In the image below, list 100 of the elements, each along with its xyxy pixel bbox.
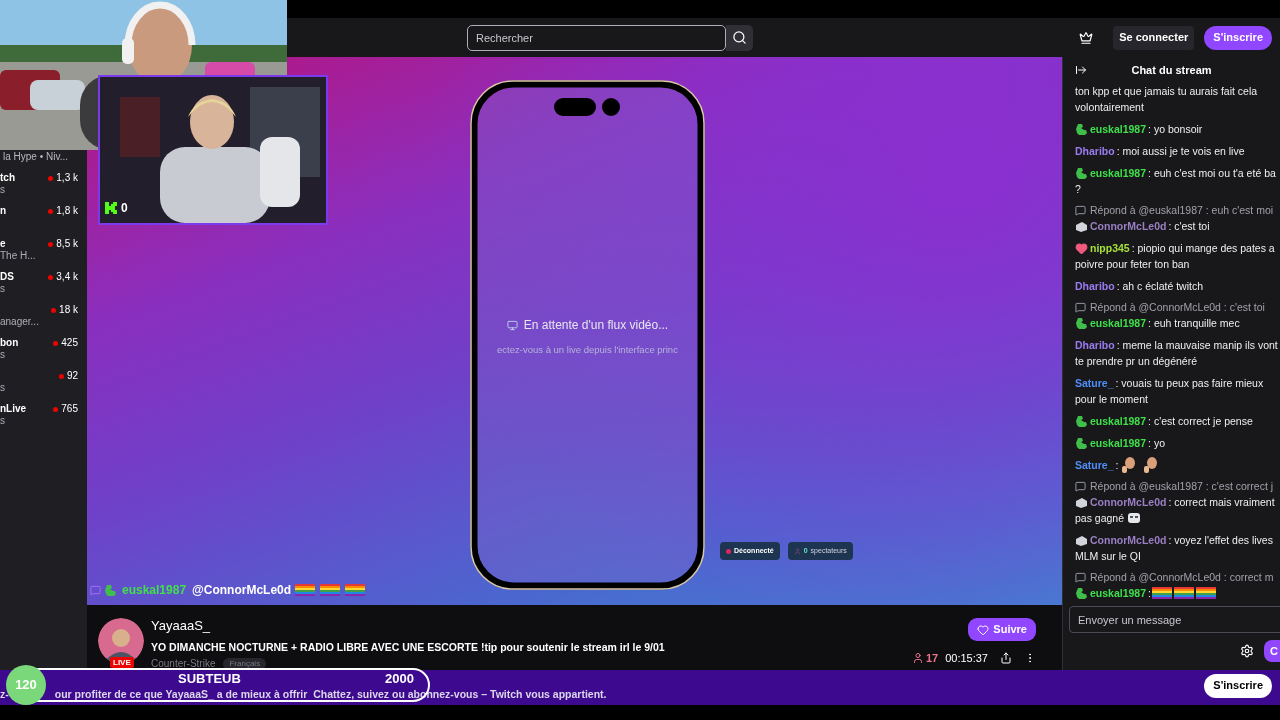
rainbow-flag-icon	[1196, 586, 1216, 600]
crown-icon[interactable]	[1079, 30, 1094, 45]
channel-category: s	[0, 283, 5, 295]
chat-username[interactable]: Dharibo	[1075, 143, 1115, 159]
chat-button[interactable]: C	[1264, 640, 1280, 662]
overlay-mention: @ConnorMcLe0d	[192, 582, 292, 599]
collapse-chat-icon[interactable]	[1075, 64, 1087, 76]
guest-counter: 0	[121, 200, 128, 217]
viewer-count: 8,5 k	[56, 238, 78, 250]
chat-input[interactable]: Envoyer un message	[1069, 606, 1280, 633]
sub-goal-title: SUBTEUB	[178, 672, 241, 686]
viewer-count: 1,3 k	[56, 172, 78, 184]
chat-message-text: : yo	[1148, 436, 1165, 451]
channel-name: n	[0, 205, 7, 217]
log-in-button[interactable]: Se connecter	[1113, 25, 1195, 50]
chat-username[interactable]: euskal1987	[1090, 165, 1147, 181]
badge-icon	[1075, 166, 1088, 180]
channel-item[interactable]: DS s 3,4 k	[0, 262, 87, 295]
search-field[interactable]: Rechercher	[467, 24, 726, 51]
sub-goal-target: 2000	[385, 672, 414, 686]
monitor-icon	[506, 319, 518, 331]
chat-message-text: poivre pour feter ton ban	[1075, 257, 1190, 272]
person-icon	[793, 547, 801, 555]
chat-username[interactable]: ConnorMcLe0d	[1090, 494, 1167, 510]
badge-icon	[1075, 316, 1088, 330]
channel-title[interactable]: YayaaaS_	[151, 618, 665, 634]
chat-username[interactable]: Sature_	[1075, 457, 1114, 473]
channel-item[interactable]: e The H... 8,5 k	[0, 229, 87, 262]
viewers-icon	[911, 652, 924, 665]
channel-item[interactable]: bon s 425	[0, 328, 87, 361]
follow-button[interactable]: Suivre	[968, 618, 1036, 641]
chat-username[interactable]: euskal1987	[1090, 585, 1147, 601]
stream-uptime: 00:15:37	[945, 651, 988, 666]
badge-icon	[104, 583, 117, 597]
chat-username[interactable]: nipp345	[1090, 240, 1130, 256]
channel-item[interactable]: anager... 18 k	[0, 295, 87, 328]
tag[interactable]: Français	[223, 657, 267, 670]
chat-message-text: : vouais tu peux pas faire mieux	[1115, 376, 1264, 391]
chat-username[interactable]: euskal1987	[1090, 413, 1147, 429]
chat-username[interactable]: ConnorMcLe0d	[1090, 218, 1167, 234]
rainbow-flag-icon	[345, 583, 366, 597]
reply-icon	[1075, 481, 1086, 492]
channel-name: bon	[0, 337, 19, 349]
chat-message-text: :	[1115, 458, 1119, 473]
chat-message-text: ?	[1075, 182, 1081, 197]
share-icon[interactable]	[1000, 652, 1012, 665]
reply-reference: Répond à @ConnorMcLe0d : correct m	[1090, 570, 1274, 585]
reply-icon	[1075, 205, 1086, 216]
chat-username[interactable]: Sature_	[1075, 375, 1114, 391]
badge-icon	[1075, 495, 1088, 509]
viewer-count: 765	[61, 403, 78, 415]
chat-username[interactable]: euskal1987	[1090, 435, 1147, 451]
badge-icon	[1075, 586, 1088, 600]
banner-text: our profiter de ce que YayaaaS_ a de mieux à offrir	[54, 688, 308, 701]
viewer-count: 92	[66, 370, 78, 382]
viewer-count: 1,8 k	[56, 205, 78, 217]
chat-message-text: : moi aussi je te vois en live	[1116, 144, 1245, 159]
chat-message-text: : correct mais vraiment	[1168, 495, 1275, 510]
channel-item[interactable]: s 92	[0, 361, 87, 394]
viewer-count: 18 k	[59, 304, 78, 316]
settings-icon[interactable]	[1240, 644, 1254, 658]
chat-username[interactable]: euskal1987	[1090, 315, 1147, 331]
chat-message-text: pour le moment	[1075, 392, 1148, 407]
rainbow-flag-icon	[320, 583, 341, 597]
chat-message-text: : euh tranquille mec	[1148, 316, 1240, 331]
reply-icon	[1075, 302, 1086, 313]
category-link[interactable]: Counter-Strike	[151, 656, 216, 671]
connect-hint: ectez-vous à un live depuis l'interface princ	[497, 343, 678, 357]
viewer-count: 17	[925, 651, 939, 666]
channel-category: s	[0, 382, 5, 394]
reply-icon	[1075, 572, 1086, 583]
chat-message-text: : meme la mauvaise manip ils vont	[1116, 338, 1278, 353]
sign-up-button[interactable]: S'inscrire	[1204, 25, 1272, 50]
sign-up-button[interactable]: S'inscrire	[1204, 673, 1272, 698]
logo-icon	[105, 202, 117, 214]
rainbow-flag-icon	[1152, 586, 1172, 600]
search-button[interactable]	[726, 24, 753, 51]
channel-name: tch	[0, 172, 15, 184]
channel-item[interactable]: n 1,8 k	[0, 196, 87, 229]
search-icon	[732, 30, 747, 45]
emote-icon	[1143, 456, 1160, 474]
chat-message-text: : ah c éclaté twitch	[1116, 279, 1204, 294]
waiting-message: En attente d'un flux vidéo...	[523, 317, 669, 334]
reply-reference: Répond à @euskal1987 : c'est correct j	[1090, 479, 1274, 494]
sidebar-heading: la Hype • Niv...	[2, 151, 69, 163]
channel-item[interactable]: tch s 1,3 k	[0, 163, 87, 196]
channel-category: s	[0, 415, 5, 427]
chat-bubble-icon	[90, 584, 101, 596]
channel-item[interactable]: nLive s 765	[0, 394, 87, 427]
chat-message-text: : euh c'est moi ou t'a eté ba	[1148, 166, 1276, 181]
viewer-count: 425	[61, 337, 78, 349]
stream-title: YO DIMANCHE NOCTURNE + RADIO LIBRE AVEC UNE ESCORTE !tip pour soutenir le stream irl le 9/01	[151, 640, 665, 654]
badge-icon	[1075, 436, 1088, 450]
chat-username[interactable]: Dharibo	[1075, 337, 1115, 353]
chat-username[interactable]: Dharibo	[1075, 278, 1115, 294]
chat-message-text: :	[1148, 586, 1151, 601]
overlay-username: euskal1987	[122, 582, 187, 599]
chat-username[interactable]: euskal1987	[1090, 121, 1147, 137]
chat-username[interactable]: ConnorMcLe0d	[1090, 532, 1167, 548]
heart-icon	[977, 623, 990, 636]
